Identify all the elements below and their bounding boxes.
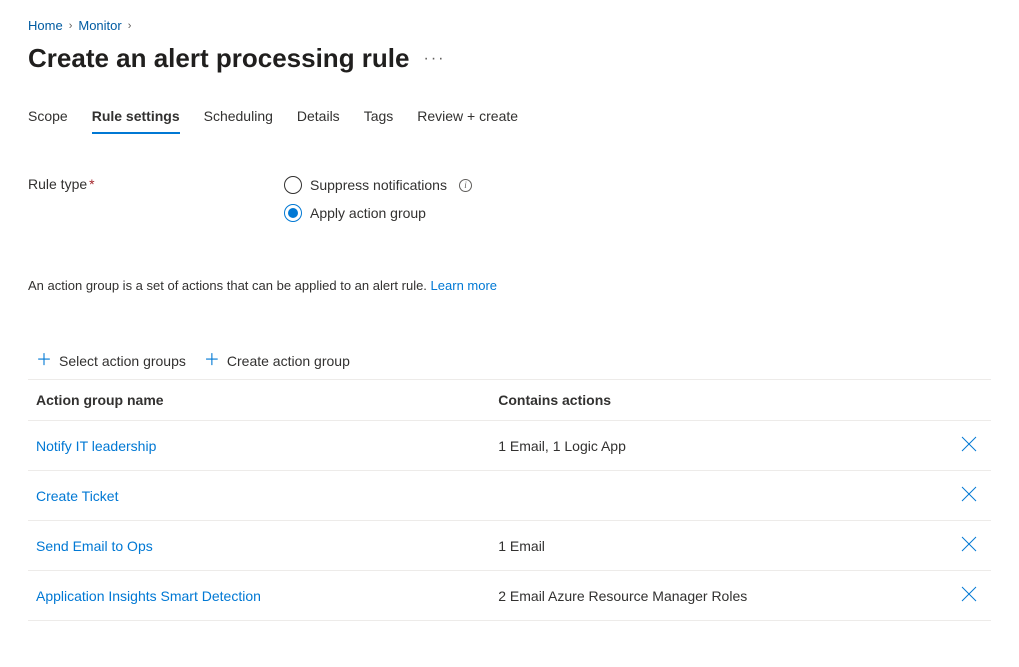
select-action-groups-label: Select action groups xyxy=(59,353,186,369)
close-icon xyxy=(961,586,977,605)
action-group-name-cell: Notify IT leadership xyxy=(28,421,490,471)
description-text: An action group is a set of actions that… xyxy=(28,278,427,293)
table-row: Application Insights Smart Detection 2 Em… xyxy=(28,571,991,621)
tab-details[interactable]: Details xyxy=(297,108,340,134)
close-icon xyxy=(961,486,977,505)
action-group-name-cell: Send Email to Ops xyxy=(28,521,490,571)
select-action-groups-button[interactable]: ＋ Select action groups xyxy=(34,349,188,373)
plus-icon: ＋ xyxy=(36,353,52,369)
contains-actions-cell xyxy=(490,471,947,521)
contains-actions-cell: 1 Email xyxy=(490,521,947,571)
description: An action group is a set of actions that… xyxy=(28,278,991,293)
close-icon xyxy=(961,436,977,455)
breadcrumb-home[interactable]: Home xyxy=(28,18,63,33)
tab-review-create[interactable]: Review + create xyxy=(417,108,518,134)
plus-icon: ＋ xyxy=(204,353,220,369)
tab-scheduling[interactable]: Scheduling xyxy=(204,108,273,134)
radio-apply-action-group[interactable]: Apply action group xyxy=(284,204,472,222)
rule-type-label: Rule type* xyxy=(28,176,284,192)
remove-cell xyxy=(947,421,991,471)
action-group-link[interactable]: Create Ticket xyxy=(36,488,118,504)
radio-suppress-notifications[interactable]: Suppress notifications i xyxy=(284,176,472,194)
action-group-link[interactable]: Send Email to Ops xyxy=(36,538,153,554)
remove-cell xyxy=(947,471,991,521)
remove-button[interactable] xyxy=(957,582,981,609)
close-icon xyxy=(961,536,977,555)
action-group-name-cell: Application Insights Smart Detection xyxy=(28,571,490,621)
column-header-name: Action group name xyxy=(28,380,490,421)
column-header-remove xyxy=(947,380,991,421)
chevron-right-icon: › xyxy=(69,20,73,32)
create-action-group-label: Create action group xyxy=(227,353,350,369)
chevron-right-icon: › xyxy=(128,20,132,32)
remove-button[interactable] xyxy=(957,482,981,509)
action-groups-table: Action group name Contains actions Notif… xyxy=(28,379,991,621)
rule-type-field: Rule type* Suppress notifications i Appl… xyxy=(28,176,991,222)
learn-more-link[interactable]: Learn more xyxy=(431,278,497,293)
tabs: Scope Rule settings Scheduling Details T… xyxy=(28,108,991,134)
remove-button[interactable] xyxy=(957,432,981,459)
breadcrumb-monitor[interactable]: Monitor xyxy=(78,18,121,33)
radio-icon-selected xyxy=(284,204,302,222)
remove-button[interactable] xyxy=(957,532,981,559)
title-row: Create an alert processing rule ··· xyxy=(28,43,991,74)
remove-cell xyxy=(947,571,991,621)
action-group-toolbar: ＋ Select action groups ＋ Create action g… xyxy=(28,349,991,373)
action-group-link[interactable]: Notify IT leadership xyxy=(36,438,156,454)
action-group-link[interactable]: Application Insights Smart Detection xyxy=(36,588,261,604)
table-row: Notify IT leadership 1 Email, 1 Logic App xyxy=(28,421,991,471)
breadcrumb: Home › Monitor › xyxy=(28,18,991,33)
contains-actions-cell: 2 Email Azure Resource Manager Roles xyxy=(490,571,947,621)
contains-actions-cell: 1 Email, 1 Logic App xyxy=(490,421,947,471)
action-group-name-cell: Create Ticket xyxy=(28,471,490,521)
tab-scope[interactable]: Scope xyxy=(28,108,68,134)
column-header-contains: Contains actions xyxy=(490,380,947,421)
create-action-group-button[interactable]: ＋ Create action group xyxy=(202,349,352,373)
rule-type-label-text: Rule type xyxy=(28,176,87,192)
required-mark: * xyxy=(89,176,94,192)
table-row: Send Email to Ops 1 Email xyxy=(28,521,991,571)
radio-label: Apply action group xyxy=(310,205,426,221)
radio-icon xyxy=(284,176,302,194)
table-row: Create Ticket xyxy=(28,471,991,521)
radio-dot-icon xyxy=(288,208,298,218)
info-icon[interactable]: i xyxy=(459,179,472,192)
radio-label: Suppress notifications xyxy=(310,177,447,193)
more-actions-button[interactable]: ··· xyxy=(423,50,445,68)
rule-type-radios: Suppress notifications i Apply action gr… xyxy=(284,176,472,222)
tab-rule-settings[interactable]: Rule settings xyxy=(92,108,180,134)
remove-cell xyxy=(947,521,991,571)
tab-tags[interactable]: Tags xyxy=(364,108,394,134)
page-title: Create an alert processing rule xyxy=(28,43,409,74)
